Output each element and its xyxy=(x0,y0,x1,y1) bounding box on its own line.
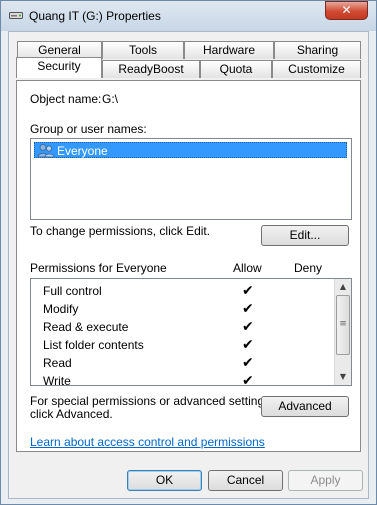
dialog-client: General Tools Hardware Sharing Security … xyxy=(8,31,369,499)
list-item-label: Everyone xyxy=(57,144,108,158)
object-name-label: Object name: xyxy=(30,92,102,106)
properties-window: Quang IT (G:) Properties ✕ General Tools… xyxy=(0,0,377,505)
permission-row: Write ✔ xyxy=(43,372,263,390)
edit-button-label: Edit... xyxy=(289,228,321,242)
scroll-thumb[interactable]: ≡ xyxy=(336,295,350,355)
tab-customize[interactable]: Customize xyxy=(272,60,361,78)
tab-quota[interactable]: Quota xyxy=(200,60,272,78)
allow-check-icon: ✔ xyxy=(242,319,254,335)
permission-name: Read xyxy=(43,356,72,370)
tab-label: Hardware xyxy=(202,43,256,57)
tab-readyboost[interactable]: ReadyBoost xyxy=(102,60,200,78)
edit-button[interactable]: Edit... xyxy=(261,225,349,246)
tab-hardware[interactable]: Hardware xyxy=(184,41,274,59)
security-panel: Object name: G:\ Group or user names: Ev… xyxy=(16,80,361,452)
permission-name: Read & execute xyxy=(43,320,129,334)
allow-check-icon: ✔ xyxy=(242,373,254,389)
close-icon: ✕ xyxy=(341,3,352,17)
tab-label: Sharing xyxy=(296,43,339,57)
special-permissions-hint: For special permissions or advanced sett… xyxy=(30,394,274,408)
group-names-label: Group or user names: xyxy=(30,122,147,136)
allow-check-icon: ✔ xyxy=(242,355,254,371)
window-title: Quang IT (G:) Properties xyxy=(29,9,161,23)
advanced-button-label: Advanced xyxy=(278,399,332,413)
apply-button[interactable]: Apply xyxy=(288,470,363,491)
tab-label: Tools xyxy=(128,43,157,57)
tab-tools[interactable]: Tools xyxy=(102,41,184,59)
allow-check-icon: ✔ xyxy=(242,301,254,317)
permission-name: Modify xyxy=(43,302,79,316)
permission-row: Full control ✔ xyxy=(43,282,263,300)
tab-label: Security xyxy=(37,59,81,73)
group-user-list[interactable]: Everyone xyxy=(30,138,352,220)
allow-check-icon: ✔ xyxy=(242,337,254,353)
object-name-value: G:\ xyxy=(102,92,119,106)
tab-label: Quota xyxy=(219,62,253,76)
title-bar[interactable]: Quang IT (G:) Properties ✕ xyxy=(1,1,376,31)
tab-sharing[interactable]: Sharing xyxy=(274,41,361,59)
tab-label: General xyxy=(38,43,81,57)
permissions-for-label: Permissions for Everyone xyxy=(30,261,167,275)
allow-header: Allow xyxy=(233,261,262,275)
deny-header: Deny xyxy=(294,261,323,275)
tab-label: ReadyBoost xyxy=(118,62,184,76)
change-permissions-hint: To change permissions, click Edit. xyxy=(30,224,211,238)
cancel-button-label: Cancel xyxy=(226,473,265,487)
permission-row: List folder contents ✔ xyxy=(43,336,263,354)
ok-button-label: OK xyxy=(155,473,174,487)
apply-button-label: Apply xyxy=(310,473,341,487)
scroll-down-icon[interactable]: ▼ xyxy=(335,369,351,385)
close-button[interactable]: ✕ xyxy=(325,1,368,20)
advanced-button[interactable]: Advanced xyxy=(261,396,349,417)
permission-row: Read ✔ xyxy=(43,354,263,372)
permission-name: List folder contents xyxy=(43,338,144,352)
permission-name: Full control xyxy=(43,284,102,298)
permission-row: Modify ✔ xyxy=(43,300,263,318)
allow-check-icon: ✔ xyxy=(242,283,254,299)
cancel-button[interactable]: Cancel xyxy=(208,470,283,491)
ok-button[interactable]: OK xyxy=(127,470,202,491)
scroll-up-icon[interactable]: ▲ xyxy=(335,279,351,295)
users-icon xyxy=(37,144,55,158)
permission-row: Read & execute ✔ xyxy=(43,318,263,336)
learn-more-link[interactable]: Learn about access control and permissio… xyxy=(30,435,265,449)
list-item-everyone[interactable]: Everyone xyxy=(34,142,347,158)
permissions-scrollbar[interactable]: ▲ ≡ ▼ xyxy=(334,279,351,385)
tab-security[interactable]: Security xyxy=(16,57,102,78)
permission-name: Write xyxy=(43,374,71,388)
special-permissions-hint-2: click Advanced. xyxy=(30,407,113,421)
tab-label: Customize xyxy=(288,62,345,76)
drive-icon xyxy=(9,12,23,19)
permissions-list[interactable]: Full control ✔ Modify ✔ Read & execute ✔… xyxy=(30,278,352,389)
